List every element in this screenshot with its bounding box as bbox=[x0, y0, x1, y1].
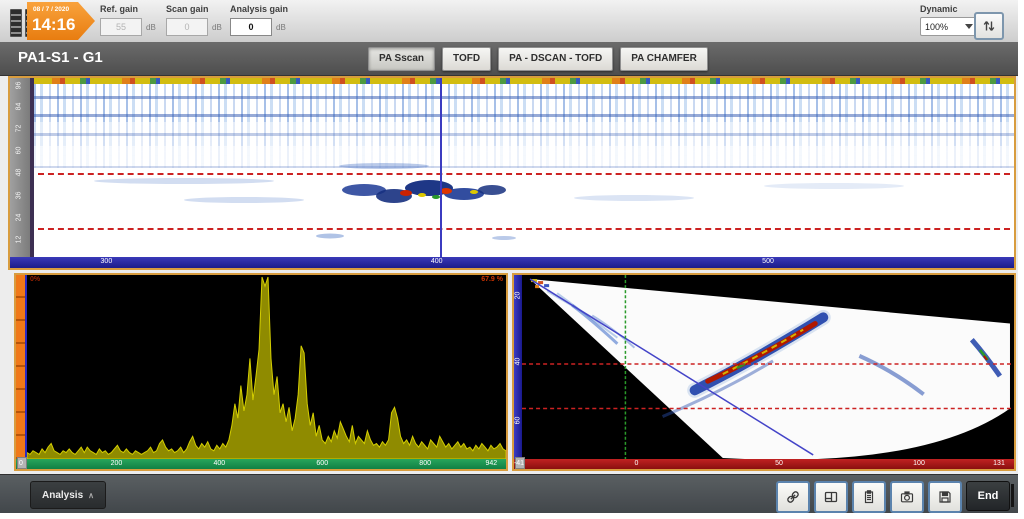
camera-icon bbox=[900, 491, 914, 503]
page-title: PA1-S1 - G1 bbox=[18, 49, 103, 66]
end-button[interactable]: End bbox=[966, 481, 1010, 511]
battery-icon bbox=[10, 9, 22, 37]
dynamic-value: 100% bbox=[925, 21, 949, 32]
report-button[interactable] bbox=[852, 481, 886, 513]
axis-tick-label: 72 bbox=[15, 124, 23, 132]
scan-gain-input[interactable] bbox=[166, 18, 208, 36]
bscan-x-axis: 300 400 500 bbox=[10, 257, 1014, 268]
axis-tick-label: 0 bbox=[634, 460, 639, 467]
layout-icon bbox=[824, 491, 838, 503]
analysis-gain-label: Analysis gain bbox=[230, 4, 289, 14]
axis-tick-label: 60 bbox=[514, 416, 522, 425]
axis-tick-label: 400 bbox=[213, 460, 226, 467]
dropdown-arrow-icon bbox=[965, 24, 973, 29]
axis-tick-label: 60 bbox=[15, 146, 23, 155]
tab-pa-dscan-tofd[interactable]: PA - DSCAN - TOFD bbox=[498, 47, 614, 71]
title-bar: PA1-S1 - G1 PA Sscan TOFD PA - DSCAN - TOF… bbox=[0, 42, 1018, 76]
time-label: 14:16 bbox=[32, 15, 76, 34]
view-tabs: PA Sscan TOFD PA - DSCAN - TOFD PA CHAMFER bbox=[368, 47, 708, 71]
scan-gain-label: Scan gain bbox=[166, 4, 209, 14]
link-button[interactable] bbox=[776, 481, 810, 513]
analysis-gain-unit: dB bbox=[276, 22, 286, 32]
text-cursor bbox=[1011, 484, 1014, 507]
tab-tofd[interactable]: TOFD bbox=[442, 47, 492, 71]
analysis-button-label: Analysis bbox=[42, 489, 84, 501]
sscan-x-axis: -41 0 50 100 131 bbox=[513, 457, 1014, 469]
ascan-view[interactable]: 0% 67.9 % 0 200 400 600 800 942 bbox=[14, 273, 508, 471]
top-toolbar: 08 / 7 / 2020 14:16 Ref. gain dB Scan ga… bbox=[0, 0, 1018, 43]
axis-tick-label: 40 bbox=[514, 357, 522, 366]
axis-tick-label: 48 bbox=[15, 168, 23, 177]
axis-tick-label: 50 bbox=[775, 460, 783, 467]
axis-tick-label: 942 bbox=[485, 460, 498, 467]
bscan-view[interactable]: 96 84 72 60 48 36 24 12 300 400 500 bbox=[8, 76, 1016, 270]
axis-tick-label: 12 bbox=[15, 236, 23, 244]
axis-tick-label: -41 bbox=[513, 460, 525, 467]
ref-gain-group: Ref. gain dB bbox=[100, 4, 170, 36]
axis-tick-label: 84 bbox=[15, 102, 23, 111]
save-icon bbox=[939, 491, 951, 503]
analysis-menu-button[interactable]: Analysis ∧ bbox=[30, 481, 106, 509]
axis-tick-label: 600 bbox=[316, 460, 329, 467]
sort-arrows-icon bbox=[983, 21, 995, 31]
ref-gain-label: Ref. gain bbox=[100, 4, 139, 14]
scan-gain-group: Scan gain dB bbox=[166, 4, 236, 36]
end-button-label: End bbox=[977, 490, 999, 502]
sscan-view[interactable]: 20 40 60 -41 0 50 100 131 bbox=[512, 273, 1016, 471]
ascan-waveform bbox=[27, 276, 506, 459]
ref-gain-unit: dB bbox=[146, 22, 156, 32]
bottom-toolbar: Analysis ∧ End bbox=[0, 474, 1018, 513]
axis-tick-label: 800 bbox=[419, 460, 431, 467]
ascan-gate-start-label: 0% bbox=[30, 276, 41, 283]
ascan-amplitude-label: 67.9 % bbox=[481, 276, 503, 283]
axis-tick-label: 300 bbox=[100, 258, 113, 265]
axis-tick-label: 100 bbox=[913, 460, 925, 467]
analysis-gain-input[interactable] bbox=[230, 18, 272, 36]
axis-tick-label: 500 bbox=[762, 258, 774, 265]
application-window: 08 / 7 / 2020 14:16 Ref. gain dB Scan ga… bbox=[0, 0, 1018, 513]
tab-pa-chamfer[interactable]: PA CHAMFER bbox=[620, 47, 708, 71]
screenshot-button[interactable] bbox=[890, 481, 924, 513]
axis-tick-label: 24 bbox=[15, 213, 23, 222]
ref-gain-input[interactable] bbox=[100, 18, 142, 36]
dynamic-dropdown[interactable]: 100% bbox=[920, 17, 978, 36]
layout-button[interactable] bbox=[814, 481, 848, 513]
axis-tick-label: 131 bbox=[993, 460, 1005, 467]
dynamic-label: Dynamic bbox=[920, 4, 958, 14]
bscan-plot[interactable] bbox=[34, 78, 1014, 257]
gate-line[interactable] bbox=[38, 228, 1010, 231]
analysis-gain-group: Analysis gain dB bbox=[230, 4, 300, 36]
datetime-badge: 08 / 7 / 2020 14:16 bbox=[27, 2, 95, 40]
tab-pa-sscan[interactable]: PA Sscan bbox=[368, 47, 436, 71]
axis-tick-label: 20 bbox=[514, 291, 522, 299]
gate-line[interactable] bbox=[38, 172, 1010, 175]
ascan-x-axis: 0 200 400 600 800 942 bbox=[16, 457, 506, 469]
axis-tick-label: 200 bbox=[110, 460, 123, 467]
bscan-cursor[interactable] bbox=[439, 78, 442, 257]
scan-gain-unit: dB bbox=[212, 22, 222, 32]
ascan-amplitude-ruler bbox=[16, 275, 25, 459]
axis-tick-label: 0 bbox=[18, 460, 23, 467]
ascan-plot[interactable]: 0% 67.9 % bbox=[25, 275, 506, 459]
save-button[interactable] bbox=[928, 481, 962, 513]
sscan-depth-axis: 20 40 60 bbox=[514, 275, 522, 459]
chevron-up-icon: ∧ bbox=[88, 490, 94, 500]
link-icon bbox=[787, 491, 799, 503]
sort-arrows-button[interactable] bbox=[974, 12, 1004, 40]
axis-tick-label: 36 bbox=[15, 191, 23, 200]
date-label: 08 / 7 / 2020 bbox=[33, 6, 70, 13]
axis-tick-label: 400 bbox=[430, 258, 443, 265]
report-icon bbox=[864, 490, 874, 504]
axis-tick-label: 96 bbox=[15, 81, 23, 89]
bscan-depth-ruler: 96 84 72 60 48 36 24 12 bbox=[10, 78, 34, 257]
sscan-sector-image bbox=[522, 275, 1014, 459]
sscan-plot[interactable] bbox=[522, 275, 1014, 459]
